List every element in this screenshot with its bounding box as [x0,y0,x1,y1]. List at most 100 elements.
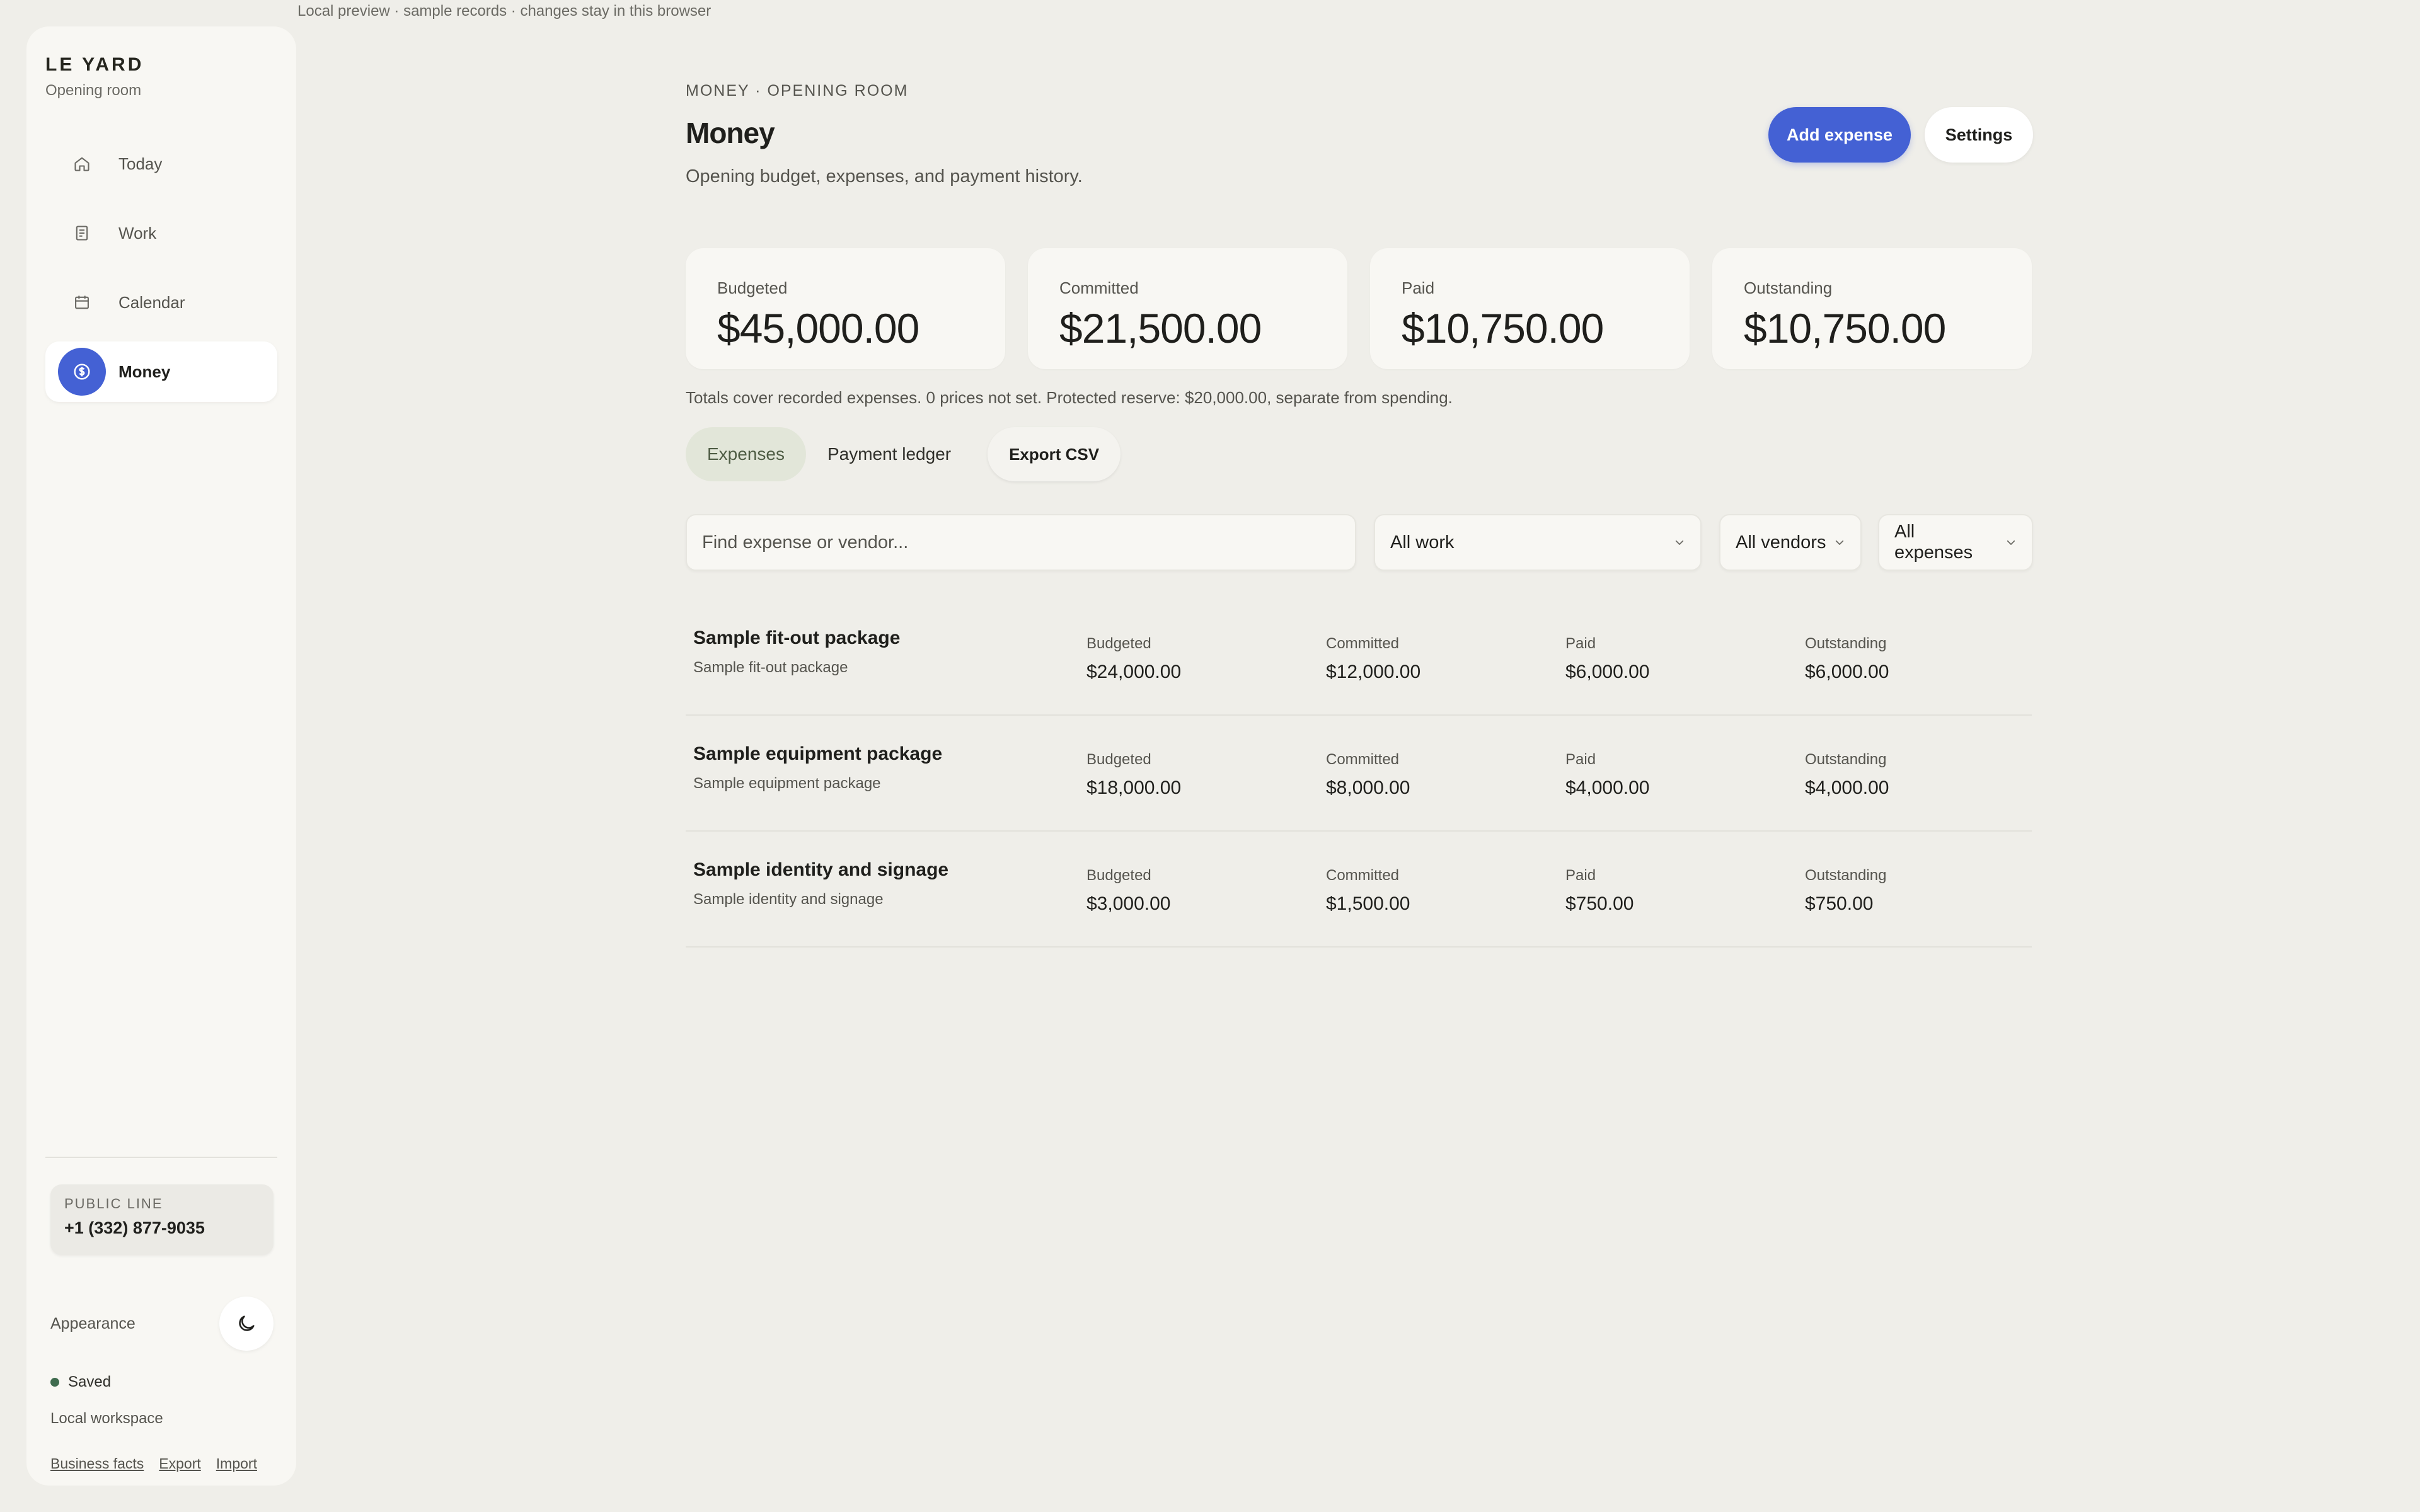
column-value: $750.00 [1805,893,1874,914]
work-filter-value: All work [1390,532,1455,553]
sidebar-item-label: Today [118,154,163,173]
money-tabs: Expenses Payment ledger Export CSV [686,427,1121,481]
home-icon [58,140,106,188]
tab-expenses[interactable]: Expenses [686,427,806,481]
saved-status-dot [50,1378,59,1387]
column-label: Outstanding [1805,635,1887,652]
column-value: $1,500.00 [1326,893,1410,914]
column-value: $4,000.00 [1565,777,1650,798]
column-value: $18,000.00 [1086,777,1182,798]
brand-name: LE YARD [45,54,144,75]
column-value: $6,000.00 [1565,662,1650,682]
expense-committed: Committed $8,000.00 [1326,751,1410,799]
column-value: $6,000.00 [1805,662,1889,682]
column-label: Committed [1326,867,1400,884]
summary-card-committed: Committed $21,500.00 [1028,248,1347,369]
sidebar-item-label: Money [118,362,171,381]
page-title: Money [686,117,775,149]
expense-committed: Committed $12,000.00 [1326,635,1420,683]
expense-paid: Paid $4,000.00 [1565,751,1649,799]
summary-label: Committed [1059,278,1139,297]
expense-subtitle: Sample equipment package [693,775,881,792]
column-label: Paid [1565,635,1596,652]
search-input[interactable] [686,514,1356,571]
summary-label: Paid [1402,278,1435,297]
totals-note: Totals cover recorded expenses. 0 prices… [686,388,1453,407]
saved-status-label: Saved [68,1373,112,1390]
appearance-label: Appearance [50,1314,135,1332]
expense-row[interactable]: Sample identity and signage Sample ident… [686,832,2032,948]
sidebar-item-today[interactable]: Today [45,134,277,194]
brand-subtitle: Opening room [45,82,142,99]
expense-filter-value: All expenses [1894,522,1973,563]
public-line-label: PUBLIC LINE [64,1196,163,1211]
export-csv-button[interactable]: Export CSV [988,427,1121,481]
sidebar-item-money[interactable]: Money [45,341,277,402]
expense-budgeted: Budgeted $3,000.00 [1086,867,1170,915]
calendar-icon [58,278,106,326]
work-filter-select[interactable]: All work [1374,514,1702,571]
public-line-number: +1 (332) 877-9035 [64,1218,205,1237]
expense-title: Sample identity and signage [693,859,949,880]
business-facts-link[interactable]: Business facts [50,1455,144,1472]
sidebar-links: Business facts Export Import [50,1455,257,1472]
summary-card-paid: Paid $10,750.00 [1370,248,1690,369]
moon-icon [239,1315,255,1331]
expense-filter-select[interactable]: All expenses [1878,514,2033,571]
sidebar-item-calendar[interactable]: Calendar [45,272,277,333]
brand: LE YARD Opening room [45,54,144,100]
workspace-label: Local workspace [50,1410,163,1427]
summary-label: Outstanding [1744,278,1833,297]
column-label: Budgeted [1086,635,1151,652]
chevron-down-icon [1675,540,1684,545]
sidebar-divider [45,1157,277,1158]
column-label: Outstanding [1805,867,1887,884]
vendor-filter-value: All vendors [1736,532,1826,553]
import-link[interactable]: Import [216,1455,257,1472]
expense-committed: Committed $1,500.00 [1326,867,1410,915]
expense-row[interactable]: Sample equipment package Sample equipmen… [686,716,2032,832]
summary-value: $10,750.00 [1744,305,1946,352]
column-label: Budgeted [1086,867,1151,884]
public-line-card: PUBLIC LINE +1 (332) 877-9035 [50,1184,274,1255]
column-value: $8,000.00 [1326,777,1410,798]
vendor-filter-select[interactable]: All vendors [1719,514,1862,571]
column-label: Outstanding [1805,751,1887,768]
sidebar: LE YARD Opening room Today Work Calendar [26,26,296,1486]
expense-title: Sample equipment package [693,743,943,764]
expense-budgeted: Budgeted $18,000.00 [1086,751,1181,799]
expense-outstanding: Outstanding $6,000.00 [1805,635,1889,683]
appearance-toggle-button[interactable] [219,1297,274,1351]
settings-button[interactable]: Settings [1925,107,2033,163]
chevron-down-icon [1835,540,1844,545]
summary-value: $21,500.00 [1059,305,1262,352]
add-expense-button[interactable]: Add expense [1768,107,1911,163]
column-value: $3,000.00 [1086,893,1171,914]
appearance-row: Appearance [50,1297,274,1351]
sidebar-item-label: Calendar [118,292,185,312]
summary-value: $45,000.00 [717,305,919,352]
column-value: $12,000.00 [1326,662,1421,682]
column-label: Committed [1326,751,1400,768]
column-label: Committed [1326,635,1400,652]
expense-outstanding: Outstanding $4,000.00 [1805,751,1889,799]
summary-value: $10,750.00 [1402,305,1604,352]
summary-cards: Budgeted $45,000.00 Committed $21,500.00… [686,248,2032,369]
tab-payment-ledger[interactable]: Payment ledger [806,427,972,481]
expense-subtitle: Sample identity and signage [693,891,884,908]
expense-row[interactable]: Sample fit-out package Sample fit-out pa… [686,600,2032,716]
expense-budgeted: Budgeted $24,000.00 [1086,635,1181,683]
expense-title: Sample fit-out package [693,627,901,648]
sidebar-item-work[interactable]: Work [45,203,277,263]
expense-list: Sample fit-out package Sample fit-out pa… [686,600,2032,948]
expense-subtitle: Sample fit-out package [693,659,848,676]
export-link[interactable]: Export [159,1455,200,1472]
summary-label: Budgeted [717,278,788,297]
dollar-circle-icon [58,348,106,396]
column-label: Paid [1565,867,1596,884]
saved-status: Saved [50,1373,111,1391]
sidebar-item-label: Work [118,223,157,243]
column-value: $4,000.00 [1805,777,1889,798]
expense-paid: Paid $750.00 [1565,867,1634,915]
page-subtitle: Opening budget, expenses, and payment hi… [686,166,1083,186]
